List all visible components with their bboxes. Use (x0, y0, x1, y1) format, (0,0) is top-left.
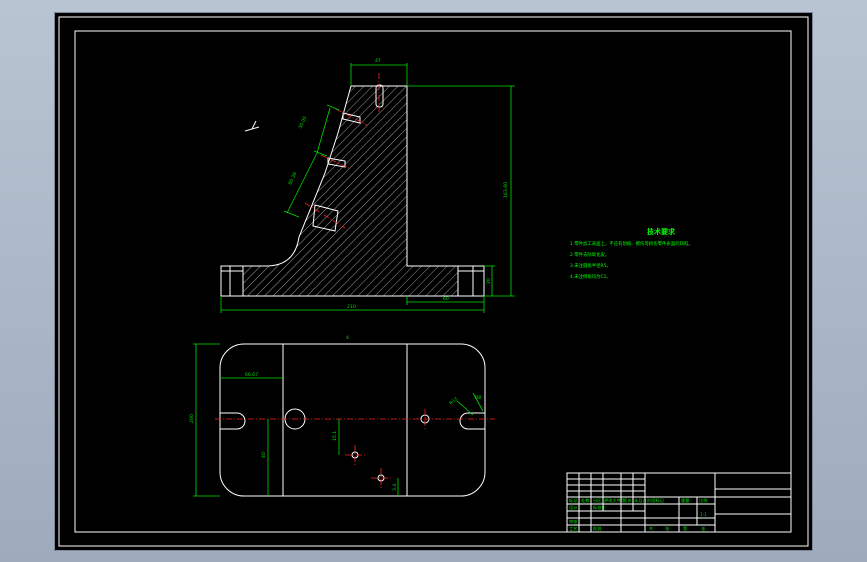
notes-line-4: 4.未注倒角均为C1。 (570, 273, 611, 280)
dim-flange-width: 60 (443, 296, 449, 302)
tb-cell-sign: 签名 (623, 497, 631, 504)
notes-line-1: 1.零件加工表面上，不应有划痕、擦伤等损伤零件表面的缺陷。 (570, 240, 693, 247)
tb-cell-process: 工艺 (569, 526, 577, 531)
tb-cell-sheet: 张 (701, 525, 706, 532)
dim-small: 3.4 (392, 484, 398, 491)
dim-slot-pitch-1: 30.05 (297, 115, 308, 130)
tb-cell-change: 更改文件号 (604, 497, 625, 504)
notes-title: 技术要求 (647, 227, 676, 236)
dim-plan-side: 40 (261, 452, 267, 458)
tb-cell-approve: 批准 (593, 525, 601, 532)
bracket-section (242, 85, 459, 297)
dim-plan-offset: 66.07 (245, 372, 258, 378)
tb-cell-count: 处数 (581, 497, 590, 504)
tb-cell-date: 年月日 (634, 497, 647, 504)
dim-slot-pitch-2: 80.39 (287, 171, 298, 186)
tb-cell-weight: 重量 (681, 497, 689, 504)
dim-height: 163.60 (503, 182, 509, 198)
cad-drawing[interactable]: 47 30.05 80.39 163.60 20 60 210 4 200 66… (55, 13, 812, 550)
plan-section-label: 4 (346, 335, 349, 341)
notes-line-2: 2.零件去除氧化皮。 (570, 251, 609, 258)
notes-line-3: 3.未注圆角半径R5。 (570, 262, 611, 269)
dim-radius-2: R8 (475, 395, 481, 401)
tb-cell-scale-value: 1:1 (700, 512, 707, 517)
dim-base-height: 20 (486, 278, 492, 284)
dim-top-width: 47 (375, 58, 381, 64)
tb-cell-scale: 比例 (699, 497, 707, 504)
title-block: 标记 处数 分区 更改文件号 签名 年月日 设计 标准化 阶段标记 重量 比例 … (566, 472, 792, 533)
technical-notes: 技术要求 1.零件加工表面上，不应有划痕、擦伤等损伤零件表面的缺陷。 2.零件去… (570, 227, 693, 280)
tb-cell-review: 审核 (569, 518, 578, 525)
drawing-viewport[interactable]: 47 30.05 80.39 163.60 20 60 210 4 200 66… (55, 13, 812, 550)
tb-cell-zone: 分区 (593, 497, 601, 504)
tb-cell-standard: 标准化 (593, 504, 606, 511)
tb-cell-mark: 标记 (569, 497, 578, 504)
tb-cell-design: 设计 (569, 504, 577, 511)
tb-cell-stage: 阶段标记 (647, 497, 665, 504)
dim-hole-y: 15.1 (332, 431, 338, 441)
dim-plan-height: 200 (189, 414, 195, 423)
dim-overall-length: 210 (347, 304, 356, 310)
elevation-view: 47 30.05 80.39 163.60 20 60 210 (220, 58, 515, 313)
plan-view: 4 200 66.07 40 15.1 3.4 R12 R8 (189, 335, 495, 497)
tb-cell-sheets: 张 (665, 525, 670, 532)
tb-cell-no: 第 (683, 525, 687, 532)
tb-cell-total: 共 (649, 525, 653, 532)
dim-radius-1: R12 (448, 396, 459, 406)
